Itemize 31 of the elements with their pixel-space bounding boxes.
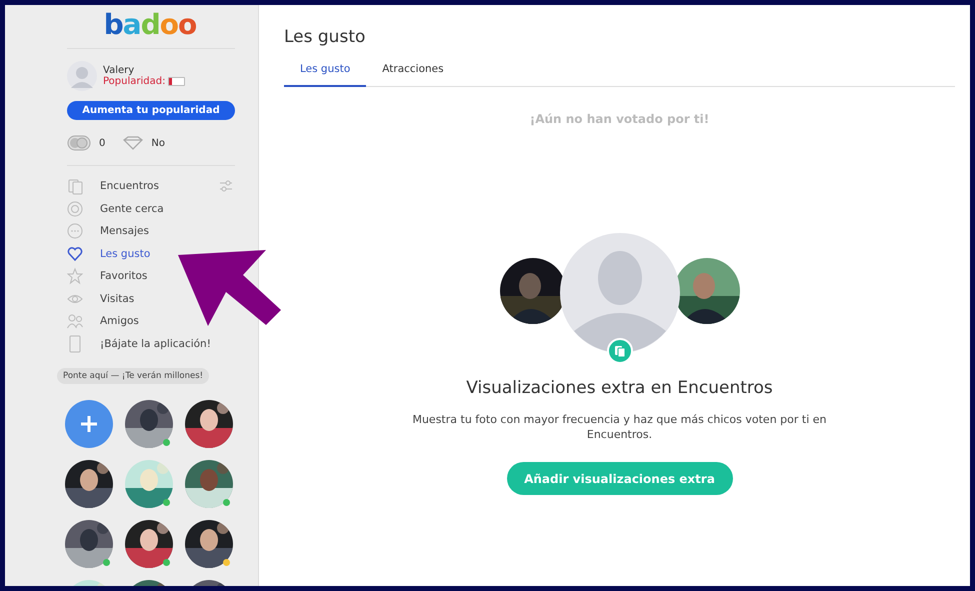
star-icon xyxy=(67,267,83,286)
stat-value: 0 xyxy=(99,138,106,148)
sidebar-item[interactable]: Gente cerca xyxy=(67,198,164,220)
chat-icon xyxy=(67,222,83,240)
promo-text: Muestra tu foto con mayor frecuencia y haz que más chicos voten por ti en Encuentros. xyxy=(411,412,828,442)
add-photo-button[interactable] xyxy=(65,400,113,448)
sidebar-item[interactable]: ¡Bájate la aplicación! xyxy=(67,332,211,355)
page-title: Les gusto xyxy=(284,27,366,47)
sidebar-item[interactable]: Les gusto xyxy=(67,242,150,265)
battery-meter xyxy=(168,77,186,86)
popularity-label: Popularidad: xyxy=(103,76,166,87)
logo[interactable]: badoo xyxy=(104,10,196,40)
sidebar-item[interactable]: Favoritos xyxy=(67,265,148,288)
boost-button[interactable]: Aumenta tu popularidad xyxy=(67,101,235,120)
plus-icon xyxy=(79,414,99,434)
people-icon xyxy=(67,312,83,330)
stat-value: No xyxy=(151,138,165,148)
tab[interactable]: Atracciones xyxy=(366,63,460,87)
phone-icon xyxy=(67,334,83,353)
empty-message: ¡Aún no han votado por ti! xyxy=(528,112,710,126)
sidebar-item[interactable]: Encuentros xyxy=(67,175,235,198)
sidebar-item[interactable]: Mensajes xyxy=(67,220,149,242)
promo-heading: Visualizaciones extra en Encuentros xyxy=(466,378,773,398)
tab[interactable]: Les gusto xyxy=(284,63,366,87)
sidebar-item[interactable]: Amigos xyxy=(67,310,139,332)
cards-icon xyxy=(67,177,83,196)
sidebar-item[interactable]: Visitas xyxy=(67,288,134,310)
heart-icon xyxy=(67,244,83,263)
spotlight-tooltip: Ponte aquí — ¡Te verán millones! xyxy=(57,368,210,384)
target-icon xyxy=(67,200,83,218)
user-name[interactable]: Valery xyxy=(103,65,186,76)
